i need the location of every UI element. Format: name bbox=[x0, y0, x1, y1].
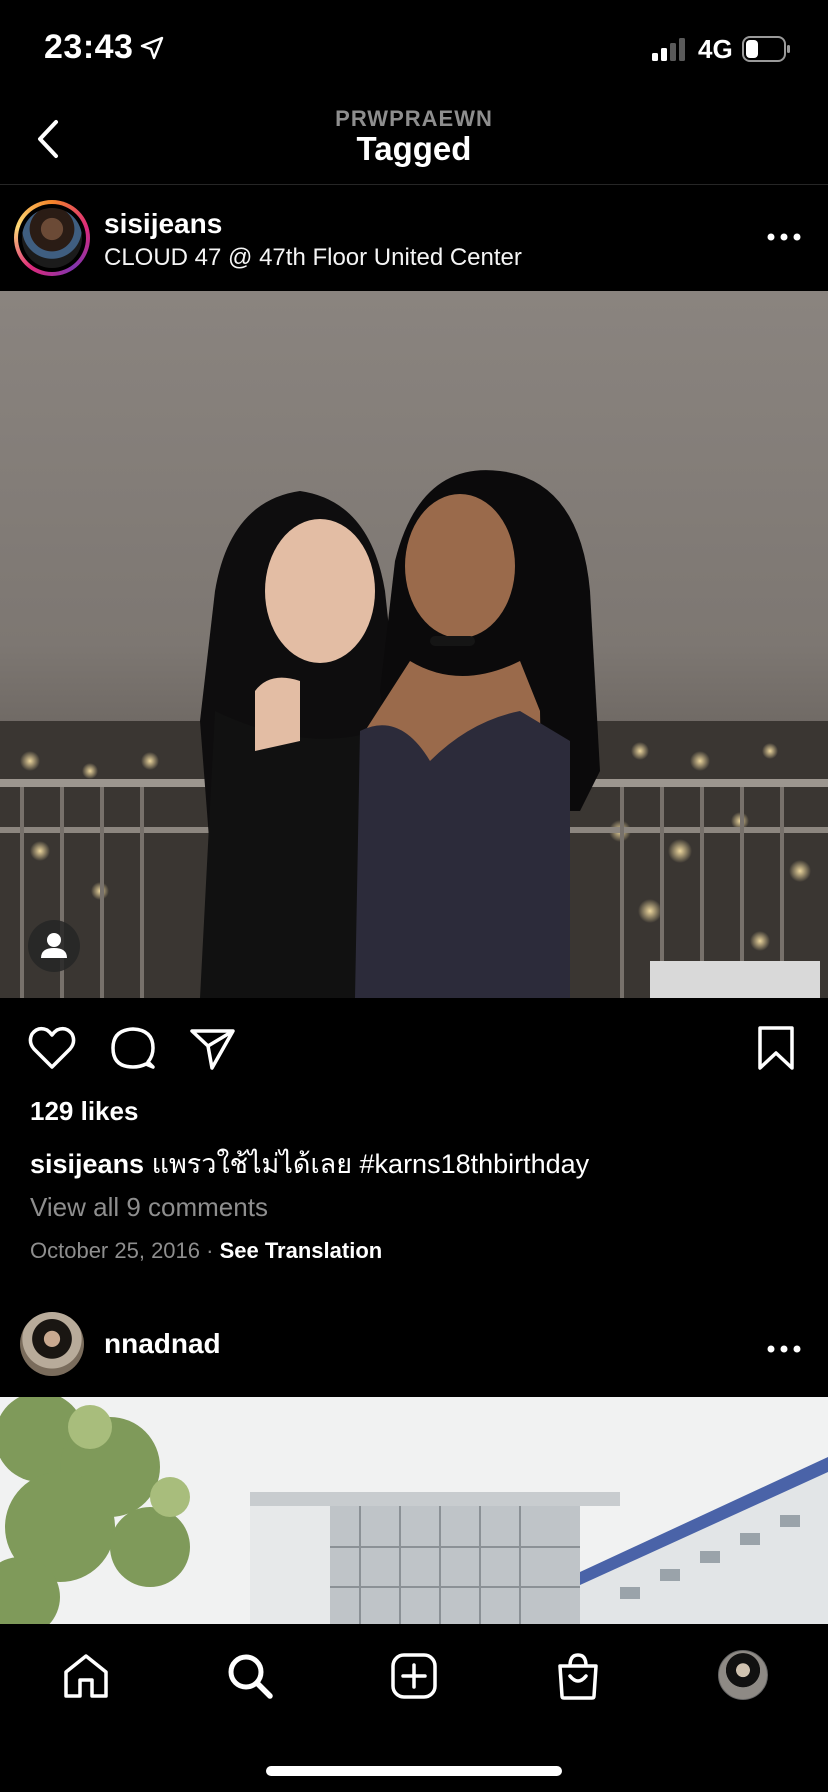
signal-icon bbox=[652, 38, 690, 62]
home-icon[interactable] bbox=[58, 1648, 114, 1704]
plus-square-icon[interactable] bbox=[386, 1648, 442, 1704]
caption-text: แพรวใช้ไม่ได้เลย #karns18thbirthday bbox=[144, 1149, 590, 1179]
search-icon[interactable] bbox=[222, 1648, 278, 1704]
post-actions bbox=[0, 1000, 828, 1096]
bookmark-icon[interactable] bbox=[750, 1022, 802, 1074]
post-location[interactable]: CLOUD 47 @ 47th Floor United Center bbox=[104, 244, 522, 272]
more-icon[interactable] bbox=[766, 1334, 802, 1364]
location-arrow-icon bbox=[140, 36, 164, 60]
shopping-bag-icon[interactable] bbox=[550, 1648, 606, 1704]
photo-illustration bbox=[0, 470, 828, 998]
post-photo[interactable] bbox=[0, 291, 828, 998]
photo-illustration-2 bbox=[0, 1397, 828, 1624]
status-time: 23:43 bbox=[44, 28, 134, 66]
post-header-2: nnadnad bbox=[0, 1304, 828, 1396]
more-icon[interactable] bbox=[766, 222, 802, 252]
post-photo-2[interactable] bbox=[0, 1397, 828, 1624]
post-date: October 25, 2016 bbox=[30, 1238, 201, 1263]
post-username[interactable]: sisijeans bbox=[104, 208, 222, 240]
caption-username[interactable]: sisijeans bbox=[30, 1149, 144, 1179]
header-username: PRWPRAEWN bbox=[335, 106, 493, 131]
post-meta: October 25, 2016 · See Translation bbox=[30, 1238, 382, 1264]
network-type: 4G bbox=[698, 34, 733, 64]
bottom-tab-bar bbox=[0, 1624, 828, 1792]
tags-button[interactable] bbox=[28, 920, 80, 972]
status-bar: 23:43 4G bbox=[0, 0, 828, 100]
avatar[interactable] bbox=[20, 1312, 84, 1376]
story-avatar[interactable] bbox=[14, 200, 90, 276]
see-translation-link[interactable]: See Translation bbox=[220, 1238, 383, 1263]
instagram-tagged-screen: 23:43 4G PRWPRAEWN Tagged sisijeans CLOU… bbox=[0, 0, 828, 1792]
navigation-header: PRWPRAEWN Tagged bbox=[0, 100, 828, 185]
post-header: sisijeans CLOUD 47 @ 47th Floor United C… bbox=[0, 186, 828, 290]
send-icon[interactable] bbox=[186, 1022, 238, 1074]
post-username-2[interactable]: nnadnad bbox=[104, 1328, 221, 1360]
profile-avatar[interactable] bbox=[718, 1650, 768, 1700]
comment-icon[interactable] bbox=[106, 1022, 158, 1074]
page-title: Tagged bbox=[356, 130, 472, 167]
battery-icon bbox=[742, 36, 792, 62]
home-indicator bbox=[266, 1766, 562, 1776]
likes-count[interactable]: 129 likes bbox=[30, 1096, 138, 1127]
heart-icon[interactable] bbox=[26, 1022, 78, 1074]
view-comments-link[interactable]: View all 9 comments bbox=[30, 1192, 268, 1223]
meta-separator: · bbox=[200, 1238, 220, 1263]
post-caption: sisijeans แพรวใช้ไม่ได้เลย #karns18thbir… bbox=[30, 1142, 589, 1185]
